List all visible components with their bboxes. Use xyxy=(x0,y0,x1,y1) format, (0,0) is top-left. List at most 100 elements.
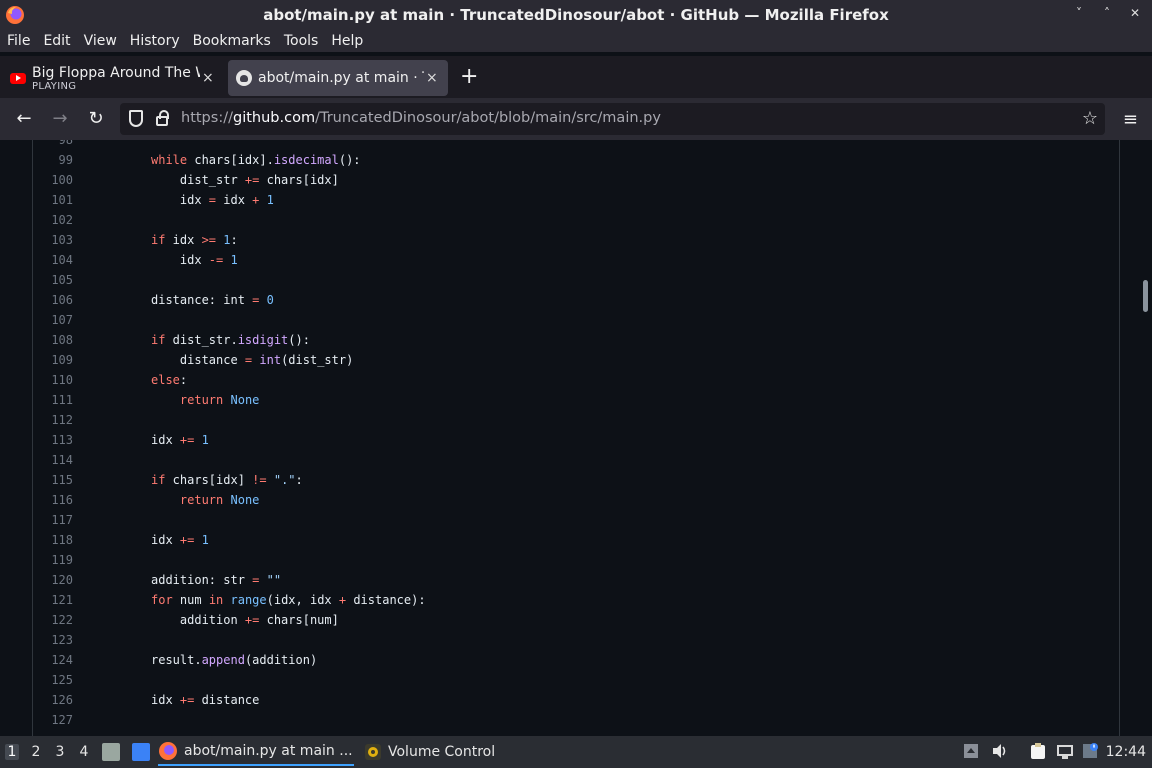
back-button[interactable]: ← xyxy=(13,108,35,129)
bookmark-star-icon[interactable]: ☆ xyxy=(1082,108,1098,129)
tray-up-arrow-icon[interactable] xyxy=(962,742,980,760)
url-bar[interactable]: https://github.com/TruncatedDinosour/abo… xyxy=(120,103,1105,135)
reload-button[interactable]: ↻ xyxy=(85,108,107,129)
code-line: 106 distance: int = 0 xyxy=(33,290,1033,310)
menu-view[interactable]: View xyxy=(84,33,117,49)
clipboard-icon[interactable] xyxy=(1029,742,1047,760)
menu-history[interactable]: History xyxy=(130,33,180,49)
maximize-button[interactable]: ˄ xyxy=(1100,6,1114,20)
code-line: 115 if chars[idx] != ".": xyxy=(33,470,1033,490)
workspace-4[interactable]: 4 xyxy=(77,744,91,760)
url-text[interactable]: https://github.com/TruncatedDinosour/abo… xyxy=(181,110,661,126)
line-number[interactable]: 102 xyxy=(33,210,73,230)
line-number[interactable]: 118 xyxy=(33,530,73,550)
code-token: num xyxy=(172,593,209,607)
code-line: 112 xyxy=(33,410,1033,430)
line-number[interactable]: 121 xyxy=(33,590,73,610)
line-number[interactable]: 103 xyxy=(33,230,73,250)
code-text: addition: str = "" xyxy=(151,570,281,590)
workspace-3[interactable]: 3 xyxy=(53,744,67,760)
code-token: distance xyxy=(151,353,245,367)
code-text: idx += distance xyxy=(151,690,259,710)
new-tab-button[interactable]: + xyxy=(460,64,478,89)
code-token: idx xyxy=(151,193,209,207)
line-number[interactable]: 109 xyxy=(33,350,73,370)
code-token: += xyxy=(244,613,260,627)
line-number[interactable]: 117 xyxy=(33,510,73,530)
code-token: chars[idx]. xyxy=(187,153,274,167)
code-token: (addition) xyxy=(244,653,318,667)
line-number[interactable]: 105 xyxy=(33,270,73,290)
desktop-icon[interactable] xyxy=(132,743,150,761)
line-number[interactable]: 126 xyxy=(33,690,73,710)
line-number[interactable]: 113 xyxy=(33,430,73,450)
code-token: if xyxy=(151,233,166,247)
line-number[interactable]: 108 xyxy=(33,330,73,350)
line-number[interactable]: 112 xyxy=(33,410,73,430)
tab-close-button[interactable]: × xyxy=(426,70,438,86)
line-number[interactable]: 101 xyxy=(33,190,73,210)
line-number[interactable]: 98 xyxy=(33,140,73,150)
tab-close-button[interactable]: × xyxy=(202,70,214,86)
code-token: distance): xyxy=(346,593,426,607)
menu-help[interactable]: Help xyxy=(331,33,363,49)
lock-icon[interactable] xyxy=(156,110,169,126)
code-token: (idx, idx xyxy=(266,593,339,607)
menu-edit[interactable]: Edit xyxy=(43,33,70,49)
line-number[interactable]: 107 xyxy=(33,310,73,330)
file-manager-icon[interactable] xyxy=(102,743,120,761)
line-number[interactable]: 125 xyxy=(33,670,73,690)
menu-bookmarks[interactable]: Bookmarks xyxy=(193,33,271,49)
speaker-icon[interactable] xyxy=(991,742,1009,760)
line-number[interactable]: 123 xyxy=(33,630,73,650)
line-number[interactable]: 122 xyxy=(33,610,73,630)
code-line: 105 xyxy=(33,270,1033,290)
code-text: if idx >= 1: xyxy=(151,230,238,250)
tab-abot-main[interactable]: abot/main.py at main · Tr × xyxy=(228,60,448,96)
code-token: isdigit xyxy=(237,333,289,347)
tab-big-floppa[interactable]: Big Floppa Around The W PLAYING × xyxy=(4,60,218,96)
code-token: while xyxy=(151,153,188,167)
minimize-button[interactable]: ˅ xyxy=(1072,6,1086,20)
line-number[interactable]: 106 xyxy=(33,290,73,310)
line-number[interactable]: 115 xyxy=(33,470,73,490)
line-number[interactable]: 110 xyxy=(33,370,73,390)
code-line: 113 idx += 1 xyxy=(33,430,1033,450)
line-number[interactable]: 116 xyxy=(33,490,73,510)
line-number[interactable]: 104 xyxy=(33,250,73,270)
notification-icon[interactable] xyxy=(1082,742,1100,760)
line-number[interactable]: 100 xyxy=(33,170,73,190)
code-line: 100 dist_str += chars[idx] xyxy=(33,170,1033,190)
task-firefox[interactable]: abot/main.py at main ... xyxy=(158,738,354,766)
code-line: 107 xyxy=(33,310,1033,330)
network-icon[interactable] xyxy=(1056,742,1074,760)
task-volume-control[interactable]: Volume Control xyxy=(364,738,504,766)
line-number[interactable]: 119 xyxy=(33,550,73,570)
close-window-button[interactable]: ✕ xyxy=(1128,6,1142,20)
workspace-1[interactable]: 1 xyxy=(5,744,19,760)
tracking-protection-icon[interactable] xyxy=(129,110,143,127)
code-text: return None xyxy=(151,490,260,510)
line-number[interactable]: 114 xyxy=(33,450,73,470)
line-number[interactable]: 127 xyxy=(33,710,73,730)
scrollbar-thumb[interactable] xyxy=(1143,280,1148,312)
line-number[interactable]: 124 xyxy=(33,650,73,670)
code-token: addition xyxy=(151,613,245,627)
forward-button[interactable]: → xyxy=(49,108,71,129)
code-token: += xyxy=(179,693,195,707)
line-number[interactable]: 120 xyxy=(33,570,73,590)
code-token: return xyxy=(179,493,224,507)
youtube-icon xyxy=(10,72,26,84)
code-token: None xyxy=(230,393,260,407)
menu-tools[interactable]: Tools xyxy=(284,33,319,49)
menu-file[interactable]: File xyxy=(7,33,30,49)
hamburger-menu-icon[interactable]: ≡ xyxy=(1123,109,1138,130)
code-token: += xyxy=(244,173,260,187)
line-number[interactable]: 99 xyxy=(33,150,73,170)
code-token: idx xyxy=(151,253,209,267)
line-number[interactable]: 111 xyxy=(33,390,73,410)
code-text: distance: int = 0 xyxy=(151,290,274,310)
workspace-2[interactable]: 2 xyxy=(29,744,43,760)
